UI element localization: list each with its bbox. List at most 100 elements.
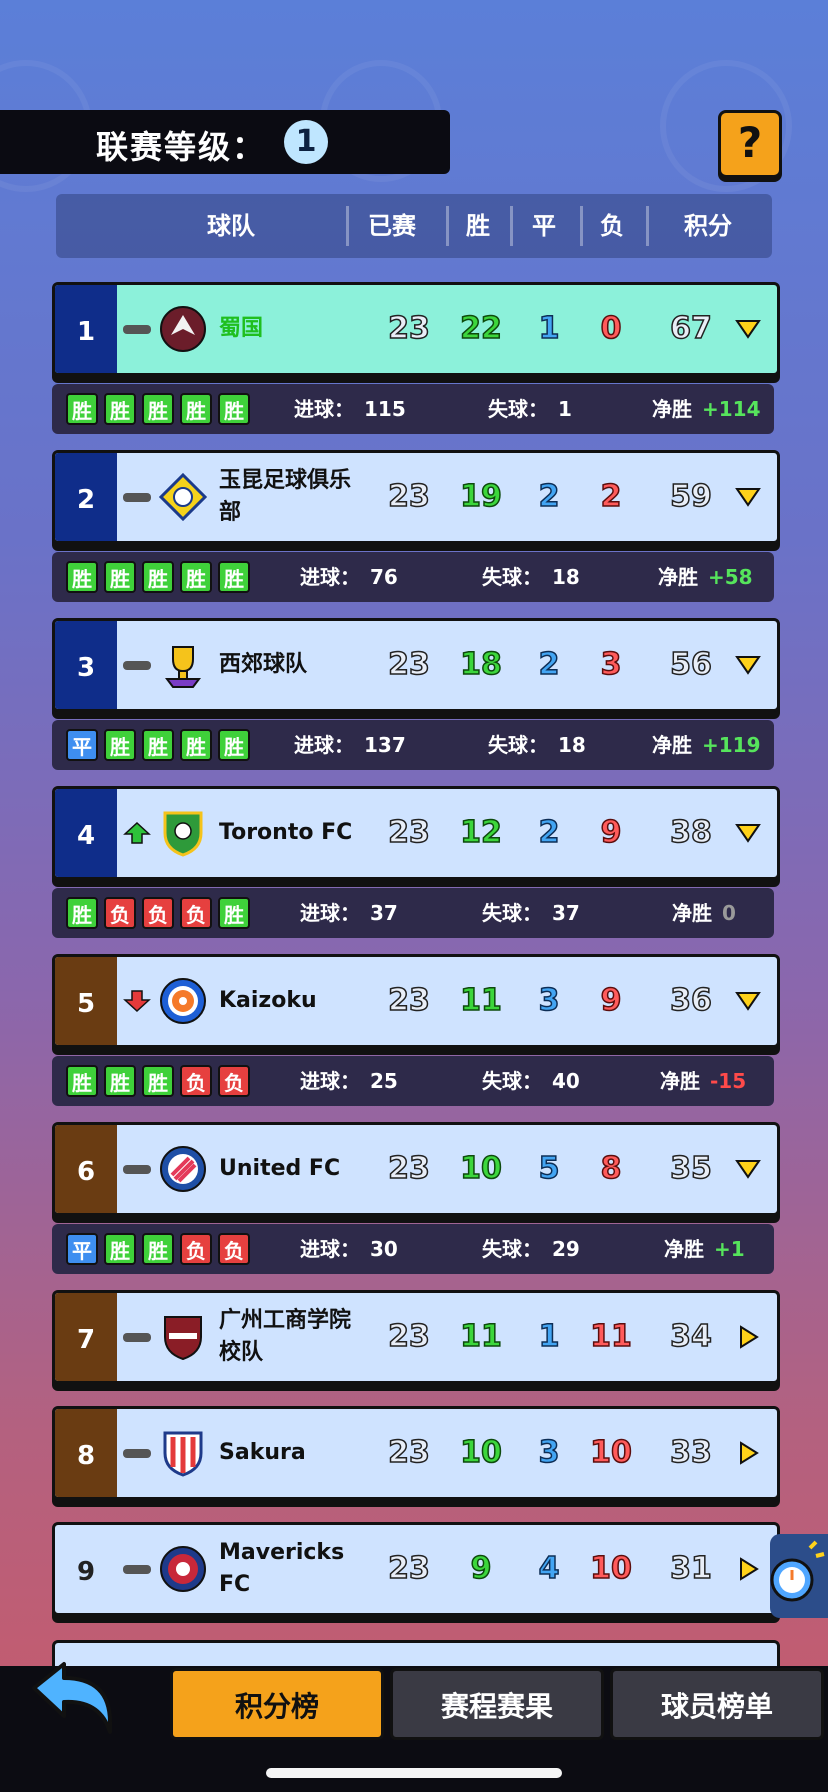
league-level-label: 联赛等级： bbox=[96, 128, 267, 166]
chevron-right-icon[interactable] bbox=[735, 1557, 761, 1581]
rank-number: 2 bbox=[55, 453, 117, 541]
help-button[interactable]: ? bbox=[718, 110, 782, 178]
goals-for-label: 进球： bbox=[300, 1069, 360, 1093]
stat-win: 18 bbox=[459, 646, 502, 683]
form-chip: 胜 bbox=[142, 561, 174, 593]
goals-against-label: 失球： bbox=[482, 901, 542, 925]
goals-for-label: 进球： bbox=[300, 901, 360, 925]
table-row[interactable]: 1 蜀国 23 22 1 0 67 bbox=[52, 282, 780, 376]
chevron-down-icon[interactable] bbox=[735, 821, 761, 845]
stat-win: 10 bbox=[459, 1434, 502, 1471]
chevron-right-icon[interactable] bbox=[735, 1441, 761, 1465]
trend-down-icon bbox=[123, 990, 151, 1012]
goals-for-value: 25 bbox=[370, 1069, 398, 1093]
team-badge-icon bbox=[159, 473, 207, 521]
stat-points: 34 bbox=[669, 1318, 712, 1355]
stat-win: 11 bbox=[459, 1318, 502, 1355]
row-detail: 胜负负负胜 进球： 37 失球： 37 净胜 0 bbox=[52, 888, 774, 938]
stat-loss: 0 bbox=[600, 310, 622, 347]
tab-schedule[interactable]: 赛程赛果 bbox=[390, 1668, 604, 1740]
form-chip: 负 bbox=[104, 897, 136, 929]
row-detail: 胜胜胜胜胜 进球： 76 失球： 18 净胜 +58 bbox=[52, 552, 774, 602]
chevron-right-icon[interactable] bbox=[735, 1325, 761, 1349]
goal-diff-value: 0 bbox=[722, 901, 736, 925]
form-chip: 胜 bbox=[104, 393, 136, 425]
goals-against-value: 1 bbox=[558, 397, 572, 421]
form-chip: 胜 bbox=[142, 729, 174, 761]
stat-loss: 9 bbox=[600, 982, 622, 1019]
goals-for-value: 76 bbox=[370, 565, 398, 589]
goals-against-value: 18 bbox=[552, 565, 580, 589]
form-chip: 胜 bbox=[104, 1065, 136, 1097]
stat-played: 23 bbox=[387, 1150, 430, 1187]
goals-against-label: 失球： bbox=[482, 565, 542, 589]
team-name: 蜀国 bbox=[219, 316, 264, 341]
form-chips: 胜胜胜胜胜 bbox=[66, 393, 256, 425]
trend-up-icon bbox=[123, 822, 151, 844]
stat-points: 31 bbox=[669, 1550, 712, 1587]
form-chips: 平胜胜胜胜 bbox=[66, 729, 256, 761]
stat-loss: 11 bbox=[589, 1318, 632, 1355]
tab-players[interactable]: 球员榜单 bbox=[610, 1668, 824, 1740]
stat-played: 23 bbox=[387, 646, 430, 683]
table-row[interactable]: 9 Mavericks FC 23 9 4 10 31 bbox=[52, 1522, 780, 1616]
form-chip: 负 bbox=[180, 897, 212, 929]
rank-number: 1 bbox=[55, 285, 117, 373]
goals-against-label: 失球： bbox=[488, 397, 548, 421]
stat-loss: 10 bbox=[589, 1434, 632, 1471]
form-chip: 胜 bbox=[218, 729, 250, 761]
table-row[interactable]: 3 西郊球队 23 18 2 3 56 bbox=[52, 618, 780, 712]
row-detail: 胜胜胜负负 进球： 25 失球： 40 净胜 -15 bbox=[52, 1056, 774, 1106]
form-chips: 胜胜胜负负 bbox=[66, 1065, 256, 1097]
stat-win: 9 bbox=[470, 1550, 492, 1587]
rank-number: 8 bbox=[55, 1409, 117, 1497]
table-row[interactable]: 7 广州工商学院校队 23 11 1 11 34 bbox=[52, 1290, 780, 1384]
chevron-down-icon[interactable] bbox=[735, 485, 761, 509]
stat-win: 12 bbox=[459, 814, 502, 851]
form-chip: 胜 bbox=[142, 393, 174, 425]
team-badge-icon bbox=[160, 306, 206, 352]
back-arrow-icon[interactable] bbox=[28, 1660, 118, 1740]
stat-played: 23 bbox=[387, 1434, 430, 1471]
tab-standings[interactable]: 积分榜 bbox=[170, 1668, 384, 1740]
goals-against-value: 29 bbox=[552, 1237, 580, 1261]
table-row[interactable]: 6 United FC 23 10 5 8 35 bbox=[52, 1122, 780, 1216]
rank-number: 4 bbox=[55, 789, 117, 877]
team-name: 广州工商学院校队 bbox=[219, 1308, 352, 1365]
table-row[interactable]: 5 Kaizoku 23 11 3 9 36 bbox=[52, 954, 780, 1048]
header-draw: 平 bbox=[532, 212, 556, 240]
stat-played: 23 bbox=[387, 814, 430, 851]
stopwatch-icon bbox=[770, 1540, 825, 1602]
form-chip: 胜 bbox=[66, 897, 98, 929]
stat-draw: 2 bbox=[538, 814, 560, 851]
chevron-down-icon[interactable] bbox=[735, 1157, 761, 1181]
header-divider bbox=[346, 206, 349, 246]
striped-badge-icon bbox=[160, 1146, 206, 1192]
striped-shield-icon bbox=[163, 1431, 203, 1477]
stat-draw: 2 bbox=[538, 646, 560, 683]
chevron-down-icon[interactable] bbox=[735, 653, 761, 677]
goals-for-label: 进球： bbox=[294, 397, 354, 421]
form-chip: 平 bbox=[66, 729, 98, 761]
chevron-down-icon[interactable] bbox=[735, 989, 761, 1013]
stat-played: 23 bbox=[387, 478, 430, 515]
form-chip: 胜 bbox=[142, 1065, 174, 1097]
table-row[interactable]: 2 玉昆足球俱乐部 23 19 2 2 59 bbox=[52, 450, 780, 544]
stat-draw: 2 bbox=[538, 478, 560, 515]
form-chip: 负 bbox=[180, 1233, 212, 1265]
form-chip: 胜 bbox=[142, 1233, 174, 1265]
table-row[interactable]: 8 Sakura 23 10 3 10 33 bbox=[52, 1406, 780, 1500]
goals-against-value: 40 bbox=[552, 1069, 580, 1093]
table-row[interactable]: 4 Toronto FC 23 12 2 9 38 bbox=[52, 786, 780, 880]
stat-draw: 3 bbox=[538, 1434, 560, 1471]
form-chip: 胜 bbox=[218, 561, 250, 593]
stat-played: 23 bbox=[387, 1318, 430, 1355]
form-chip: 胜 bbox=[66, 561, 98, 593]
stat-draw: 5 bbox=[538, 1150, 560, 1187]
chevron-down-icon[interactable] bbox=[735, 317, 761, 341]
stopwatch-button[interactable] bbox=[770, 1534, 828, 1618]
stat-loss: 10 bbox=[589, 1550, 632, 1587]
trend-same-icon bbox=[123, 493, 151, 502]
stat-played: 23 bbox=[387, 982, 430, 1019]
goals-for-label: 进球： bbox=[294, 733, 354, 757]
